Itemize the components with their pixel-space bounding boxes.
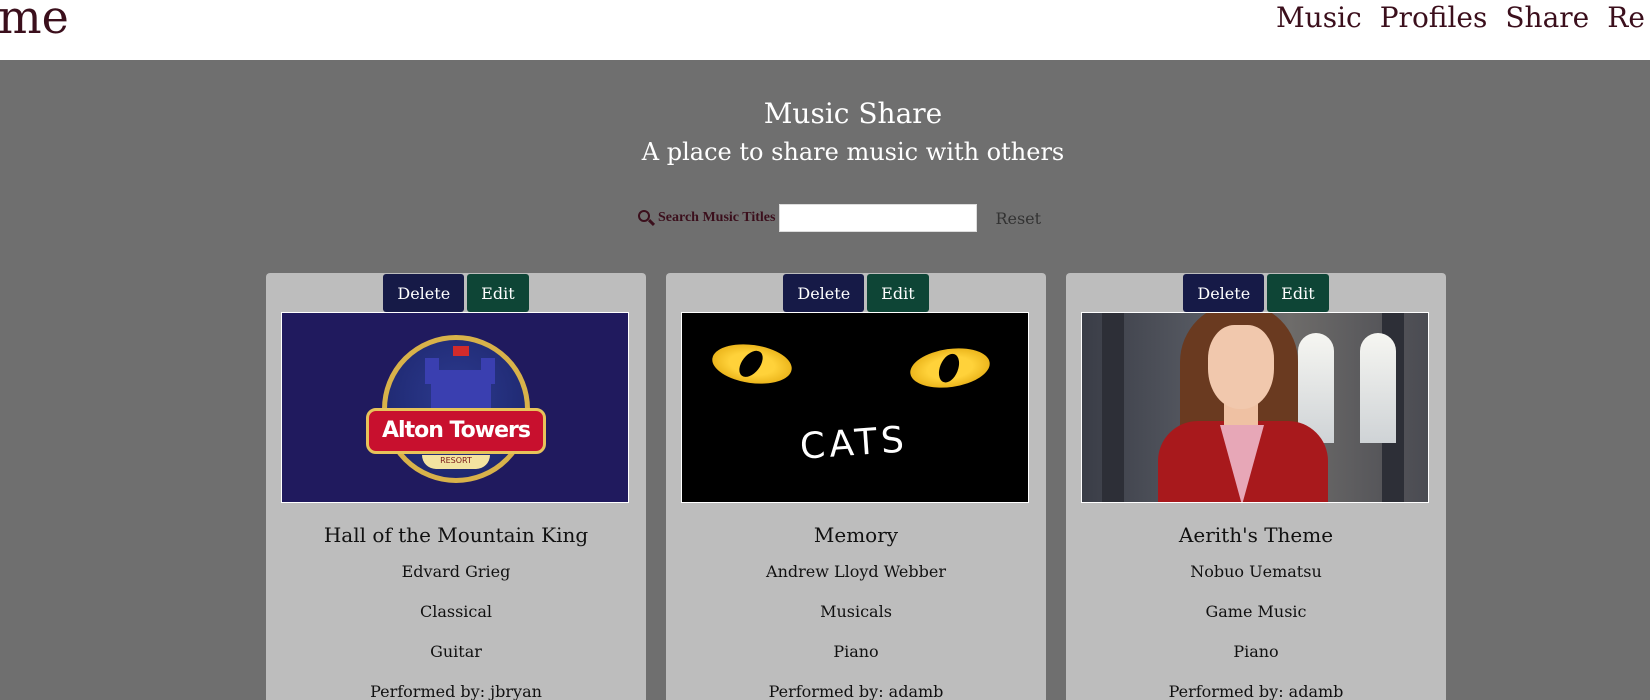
card-image: CATS [681,312,1029,503]
card-image [1081,312,1429,503]
church-window [1360,333,1396,443]
music-card: Delete Edit Alton Towers RESORT Hall of … [266,273,646,700]
search-bar: Search Music Titles Reset [638,204,1041,232]
music-card: Delete Edit CATS Memory Andrew Lloyd Web… [666,273,1046,700]
search-icon [638,210,656,227]
card-actions: Delete Edit [666,274,1046,312]
card-instrument: Piano [1233,642,1279,661]
nav-link-music[interactable]: Music [1276,2,1362,34]
nav-link-profiles[interactable]: Profiles [1380,2,1488,34]
page-subtitle: A place to share music with others [641,138,1065,166]
nav-link-share[interactable]: Share [1505,2,1589,34]
card-genre: Classical [419,602,493,621]
card-genre: Game Music [1205,602,1307,621]
music-card: Delete Edit Aerith's Theme Nobuo Uematsu… [1066,273,1446,700]
main-nav: Music Profiles Share Re [1276,2,1645,34]
card-title: Hall of the Mountain King [323,523,589,547]
card-instrument: Piano [833,642,879,661]
top-navbar: me Music Profiles Share Re [0,0,1650,60]
card-image: Alton Towers RESORT [281,312,629,503]
search-label: Search Music Titles [658,210,776,225]
card-actions: Delete Edit [1066,274,1446,312]
card-composer: Andrew Lloyd Webber [766,562,946,581]
edit-button[interactable]: Edit [1267,274,1329,312]
nav-link-re[interactable]: Re [1607,2,1645,34]
cat-eye-left [709,339,795,389]
delete-button[interactable]: Delete [1183,274,1265,312]
search-input[interactable] [779,204,978,232]
card-instrument: Guitar [430,642,482,661]
card-performer: Performed by: adamb [1168,682,1344,700]
card-actions: Delete Edit [266,274,646,312]
edit-button[interactable]: Edit [867,274,929,312]
page-title: Music Share [763,97,943,130]
card-title: Memory [813,523,899,547]
card-composer: Nobuo Uematsu [1190,562,1322,581]
card-performer: Performed by: jbryan [370,682,542,700]
cats-logo-text: CATS [798,419,910,468]
delete-button[interactable]: Delete [783,274,865,312]
reset-button[interactable]: Reset [995,209,1041,228]
cat-eye-right [907,343,993,393]
card-genre: Musicals [820,602,892,621]
delete-button[interactable]: Delete [383,274,465,312]
edit-button[interactable]: Edit [467,274,529,312]
card-composer: Edvard Grieg [401,562,511,581]
portrait-face [1208,325,1274,409]
brand-logo-text[interactable]: me [0,0,69,40]
card-performer: Performed by: adamb [768,682,944,700]
card-title: Aerith's Theme [1178,523,1334,547]
logo-banner: Alton Towers [366,408,546,454]
logo-resort-text: RESORT [422,455,490,469]
